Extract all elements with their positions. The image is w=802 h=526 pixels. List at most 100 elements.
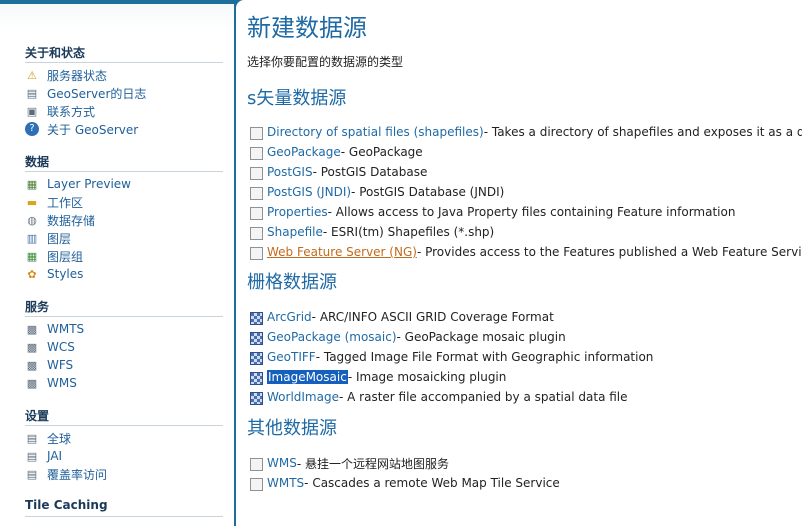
- sidebar-item[interactable]: ✿ Styles: [25, 265, 83, 283]
- sidebar-item[interactable]: ▩ WMS: [25, 374, 77, 392]
- datasource-row: GeoTIFF - Tagged Image File Format with …: [250, 347, 653, 367]
- datasource-description: - GeoPackage mosaic plugin: [396, 330, 566, 344]
- datasource-description: - Provides access to the Features publis…: [416, 245, 802, 259]
- document-icon: ▤: [26, 86, 38, 100]
- datasource-link[interactable]: WMTS: [267, 476, 304, 490]
- contact-card-icon: ▣: [26, 104, 38, 118]
- datasource-link[interactable]: GeoTIFF: [267, 350, 316, 364]
- sidebar-item-label: 工作区: [47, 195, 84, 210]
- sidebar-item-label: WMTS: [47, 322, 85, 336]
- raster-store-icon: [250, 312, 263, 325]
- sidebar-section-divider: [25, 62, 223, 63]
- raster-store-icon: [250, 392, 263, 405]
- sidebar-item[interactable]: ▩ WMTS: [25, 320, 84, 338]
- palette-icon: ✿: [27, 267, 37, 281]
- datasource-row: Web Feature Server (NG) - Provides acces…: [250, 242, 802, 262]
- datasource-row: GeoPackage (mosaic) - GeoPackage mosaic …: [250, 327, 566, 347]
- datasource-row: WMS - 悬挂一个远程网站地图服务: [250, 453, 449, 473]
- sidebar-item[interactable]: ▤ GeoServer的日志: [25, 84, 147, 102]
- vector-store-icon: [250, 227, 263, 240]
- sidebar-item[interactable]: ▦ Layer Preview: [25, 175, 131, 193]
- datasource-row: Properties - Allows access to Java Prope…: [250, 202, 735, 222]
- datasource-link[interactable]: PostGIS (JNDI): [267, 185, 351, 199]
- folder-icon: ▬: [26, 195, 38, 209]
- sidebar-item-label: 覆盖率访问: [47, 467, 108, 482]
- sidebar-item-label: WMS: [47, 376, 77, 390]
- sidebar-item[interactable]: ▬ 工作区: [25, 193, 83, 211]
- sidebar-item[interactable]: ◍ 数据存储: [25, 211, 95, 229]
- remote-service-icon: [250, 478, 263, 491]
- datasource-link[interactable]: WMS: [267, 456, 297, 470]
- sidebar-section-divider: [25, 316, 223, 317]
- datasource-row: WMTS - Cascades a remote Web Map Tile Se…: [250, 473, 560, 493]
- sidebar-item-label: 服务器状态: [47, 68, 108, 83]
- vector-store-icon: [250, 147, 263, 160]
- sidebar-item[interactable]: ▤ 覆盖率访问: [25, 465, 107, 483]
- datasource-description: - Tagged Image File Format with Geograph…: [315, 350, 654, 364]
- datasource-link[interactable]: Directory of spatial files (shapefiles): [267, 125, 484, 139]
- datasource-link[interactable]: PostGIS: [267, 165, 313, 179]
- datasource-link[interactable]: Shapefile: [267, 225, 323, 239]
- vector-store-icon: [250, 207, 263, 220]
- layer-icon: ▥: [26, 231, 38, 245]
- datasource-description: - Takes a directory of shapefiles and ex…: [483, 125, 802, 139]
- raster-store-icon: [250, 332, 263, 345]
- datasource-row: PostGIS - PostGIS Database: [250, 162, 427, 182]
- sidebar-section-divider: [25, 171, 223, 172]
- service-icon: ▩: [26, 376, 38, 390]
- map-preview-icon: ▦: [26, 177, 38, 191]
- sidebar-section-title: Tile Caching: [25, 498, 108, 512]
- sidebar-item[interactable]: ▣ 联系方式: [25, 102, 95, 120]
- sidebar-item[interactable]: ▩ WFS: [25, 356, 73, 374]
- datasource-description: - A raster file accompanied by a spatial…: [338, 390, 628, 404]
- sidebar-section-divider: [25, 425, 223, 426]
- datasource-description: - Cascades a remote Web Map Tile Service: [304, 476, 560, 490]
- sidebar-item-label: GeoServer的日志: [47, 86, 147, 101]
- sidebar-item[interactable]: ▩ WCS: [25, 338, 75, 356]
- sidebar-item-label: 关于 GeoServer: [47, 122, 139, 137]
- datasource-link[interactable]: Web Feature Server (NG): [267, 245, 417, 259]
- sidebar-item-label: 联系方式: [47, 104, 96, 119]
- datasource-link[interactable]: Properties: [267, 205, 328, 219]
- sidebar-item-label: 图层组: [47, 249, 84, 264]
- remote-service-icon: [250, 458, 263, 471]
- datasource-link[interactable]: WorldImage: [267, 390, 339, 404]
- vector-store-icon: [250, 127, 263, 140]
- raster-store-icon: [250, 372, 263, 385]
- datasource-description: - Image mosaicking plugin: [347, 370, 507, 384]
- sidebar-item[interactable]: ▤ JAI: [25, 447, 62, 465]
- datasource-row: WorldImage - A raster file accompanied b…: [250, 387, 628, 407]
- datasource-group-heading: s矢量数据源: [247, 88, 347, 109]
- service-icon: ▩: [26, 322, 38, 336]
- sidebar-item[interactable]: ▤ 全球: [25, 429, 71, 447]
- remote-service-icon: [250, 247, 263, 260]
- datasource-description: - PostGIS Database: [312, 165, 428, 179]
- sidebar-item-label: Styles: [47, 267, 84, 281]
- datasource-link[interactable]: GeoPackage (mosaic): [267, 330, 397, 344]
- sidebar-item[interactable]: ▦ 图层组: [25, 247, 83, 265]
- sidebar-item-label: 图层: [47, 231, 72, 246]
- datasource-group-heading: 栅格数据源: [247, 272, 337, 293]
- sidebar-item-label: 数据存储: [47, 213, 96, 228]
- sidebar-item[interactable]: ? 关于 GeoServer: [25, 120, 138, 138]
- datasource-description: - 悬挂一个远程网站地图服务: [296, 456, 449, 471]
- service-icon: ▩: [26, 340, 38, 354]
- sidebar-item[interactable]: ⚠ 服务器状态: [25, 66, 107, 84]
- datasource-description: - PostGIS Database (JNDI): [351, 185, 505, 199]
- page-title: 新建数据源: [247, 14, 367, 42]
- datasource-row: PostGIS (JNDI) - PostGIS Database (JNDI): [250, 182, 504, 202]
- main-content: 新建数据源 选择你要配置的数据源的类型 s矢量数据源 Directory of s…: [236, 0, 802, 526]
- sidebar-section-title: 关于和状态: [25, 46, 86, 60]
- datasource-link[interactable]: GeoPackage: [267, 145, 341, 159]
- sidebar-item[interactable]: ▥ 图层: [25, 229, 71, 247]
- vector-store-icon: [250, 167, 263, 180]
- vector-store-icon: [250, 187, 263, 200]
- sidebar-section-divider: [25, 516, 223, 517]
- coverage-access-icon: ▤: [26, 467, 38, 481]
- sidebar-item-label: WCS: [47, 340, 75, 354]
- datasource-link[interactable]: ArcGrid: [267, 310, 312, 324]
- datasource-link[interactable]: ImageMosaic: [267, 370, 348, 384]
- database-icon: ◍: [27, 213, 37, 227]
- globe-settings-icon: ▤: [26, 431, 38, 445]
- page-subtitle: 选择你要配置的数据源的类型: [247, 55, 404, 69]
